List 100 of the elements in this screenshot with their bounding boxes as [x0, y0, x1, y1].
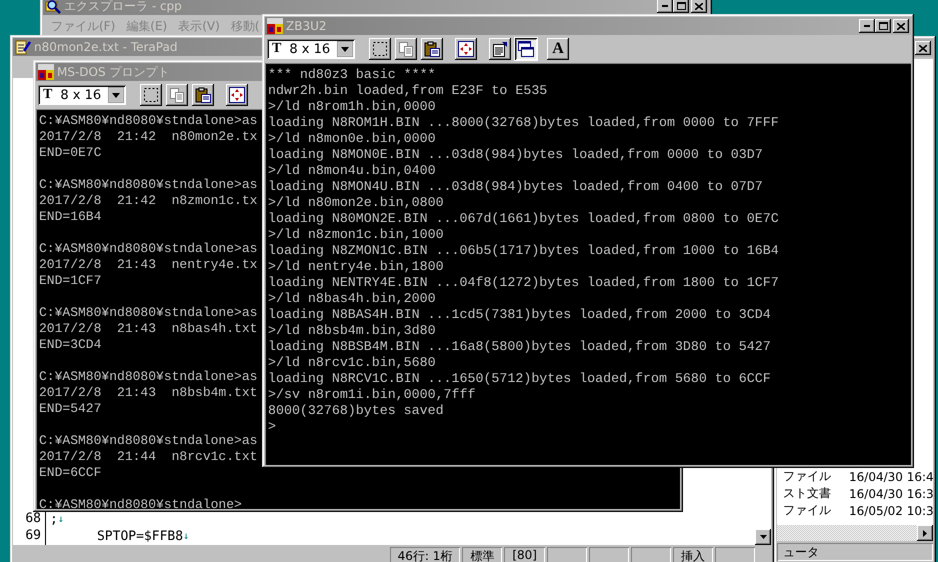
file-type: スト文書 — [783, 485, 831, 502]
dashed-rectangle-icon — [143, 87, 159, 103]
code-line: SPTOP=$FFB8 — [96, 529, 184, 544]
properties-button[interactable] — [489, 38, 511, 60]
console-line: *** nd80z3 basic **** — [268, 67, 436, 83]
console-line: 2017/2/8 21:44 n8rcv1c.txt — [39, 449, 258, 465]
console-line: END=16B4 — [39, 209, 102, 225]
code-line: ; — [49, 512, 58, 527]
mark-button[interactable] — [369, 38, 391, 60]
copy-button[interactable] — [166, 84, 188, 106]
status-panel: [80] — [504, 547, 545, 562]
console-line: END=6CCF — [39, 465, 102, 481]
paste-icon — [195, 87, 211, 103]
mark-button[interactable] — [140, 84, 162, 106]
status-panel: 46行: 1桁 — [390, 547, 460, 562]
console-line: loading N8MON4U.BIN ...03d8(984)bytes loaded,from 0400 to 07D7 — [268, 179, 763, 195]
paste-icon — [424, 41, 440, 57]
paste-button[interactable] — [421, 38, 443, 60]
status-text: ュータ — [777, 543, 933, 561]
console-line: 8000(32768)bytes saved — [268, 403, 444, 419]
status-panel: 挿入 — [673, 547, 713, 562]
console-line: C:¥ASM80¥nd8080¥stndalone>as — [39, 433, 258, 449]
console-line: END=3CD4 — [39, 337, 102, 353]
minimize-icon — [662, 5, 668, 7]
window-title: MS-DOS プロンプト — [57, 64, 170, 80]
console-line: C:¥ASM80¥nd8080¥stndalone>as — [39, 241, 258, 257]
console-line: C:¥ASM80¥nd8080¥stndalone>as — [39, 177, 258, 193]
console-line: >/sv n8rom1i.bin,0000,7fff — [268, 387, 476, 403]
font-size-dropdown[interactable]: T 8 x 16 — [267, 39, 355, 59]
status-panel — [715, 547, 755, 562]
horizontal-scrollbar[interactable] — [777, 525, 933, 541]
down-arrow-icon — [760, 535, 766, 539]
font-button[interactable]: A — [547, 38, 569, 60]
dos-logo-icon — [267, 18, 283, 34]
console-line: >/ld nentry4e.bin,1800 — [268, 259, 444, 275]
console-line: >/ld n80mon2e.bin,0800 — [268, 195, 444, 211]
close-icon — [897, 22, 905, 30]
arrows-icon — [229, 87, 245, 103]
console-line: loading N8ZMON1C.BIN ...06b5(1717)bytes loaded,from 1000 to 16B4 — [268, 243, 779, 259]
close-button[interactable] — [915, 41, 931, 55]
status-panel — [547, 547, 587, 562]
close-icon — [695, 2, 703, 10]
dropdown-arrow-icon — [108, 87, 124, 103]
console-line: loading N8BAS4H.BIN ...1cd5(7381)bytes loaded,from 2000 to 3CD4 — [268, 307, 771, 323]
font-size-dropdown[interactable]: T 8 x 16 — [38, 85, 126, 105]
menu-item[interactable]: 表示(V) — [178, 18, 220, 32]
line-end-mark: ↓ — [183, 531, 190, 542]
file-type: ファイル — [783, 502, 831, 519]
maximize-button[interactable] — [673, 0, 689, 13]
copy-button[interactable] — [395, 38, 417, 60]
close-button[interactable] — [893, 19, 909, 33]
magnifier-folder-icon — [45, 0, 61, 14]
console-line: loading N8ROM1H.BIN ...8000(32768)bytes loaded,from 0000 to 7FFF — [268, 115, 779, 131]
menu-item[interactable]: 移動( — [230, 18, 260, 32]
notepad-pen-icon — [15, 39, 31, 55]
console-line: > — [268, 419, 276, 435]
windows-icon — [517, 40, 535, 58]
console-line: loading N8RCV1C.BIN ...1650(5712)bytes loaded,from 5680 to 6CCF — [268, 371, 771, 387]
line-end-mark: ↓ — [58, 514, 64, 525]
console-line: 2017/2/8 21:42 n80mon2e.tx — [39, 129, 258, 145]
copy-icon — [169, 87, 185, 103]
scroll-down-button[interactable] — [755, 529, 771, 545]
paste-button[interactable] — [192, 84, 214, 106]
console-line: ndwr2h.bin loaded,from E23F to E535 — [268, 83, 548, 99]
console-line: C:¥ASM80¥nd8080¥stndalone>as — [39, 369, 258, 385]
file-type: ファイル — [783, 468, 831, 485]
console-line: >/ld n8rcv1c.bin,5680 — [268, 355, 436, 371]
status-panel — [589, 547, 629, 562]
dos-logo-icon — [38, 64, 54, 80]
arrows-icon — [458, 41, 474, 57]
background-button[interactable] — [515, 38, 537, 60]
maximize-icon — [878, 22, 888, 30]
console-line: >/ld n8rom1h.bin,0000 — [268, 99, 436, 115]
window-title: ZB3U2 — [286, 19, 327, 33]
console-line: loading N80MON2E.BIN ...067d(1661)bytes loaded,from 0800 to 0E7C — [268, 211, 779, 227]
minimize-button[interactable] — [657, 0, 673, 13]
file-date: 16/05/02 10:3 — [849, 504, 934, 518]
console-line: >/ld n8mon4u.bin,0400 — [268, 163, 436, 179]
dropdown-arrow-icon — [337, 41, 353, 57]
console-line: >/ld n8mon0e.bin,0000 — [268, 131, 436, 147]
console-line: C:¥ASM80¥nd8080¥stndalone> — [39, 497, 242, 509]
properties-icon — [492, 41, 508, 57]
console-line: loading N8MON0E.BIN ...03d8(984)bytes loaded,from 0000 to 03D7 — [268, 147, 763, 163]
console-line: END=1CF7 — [39, 273, 102, 289]
console-line: 2017/2/8 21:43 n8bas4h.txt — [39, 321, 258, 337]
maximize-button[interactable] — [875, 19, 891, 33]
right-arrow-icon — [923, 530, 927, 536]
fullscreen-button[interactable] — [455, 38, 477, 60]
window-title: n80mon2e.txt - TeraPad — [34, 40, 178, 54]
fullscreen-button[interactable] — [226, 84, 248, 106]
dashed-rectangle-icon — [372, 41, 388, 57]
menu-item[interactable]: 編集(E) — [126, 18, 168, 32]
close-button[interactable] — [691, 0, 707, 13]
console-line: C:¥ASM80¥nd8080¥stndalone>as — [39, 113, 258, 129]
menu-item[interactable]: ファイル(F) — [51, 18, 116, 32]
console-line: loading NENTRY4E.BIN ...04f8(1272)bytes loaded,from 1800 to 1CF7 — [268, 275, 779, 291]
minimize-icon — [864, 25, 870, 27]
minimize-button[interactable] — [859, 19, 875, 33]
maximize-icon — [676, 2, 686, 10]
console-line: 2017/2/8 21:42 n8zmon1c.tx — [39, 193, 258, 209]
